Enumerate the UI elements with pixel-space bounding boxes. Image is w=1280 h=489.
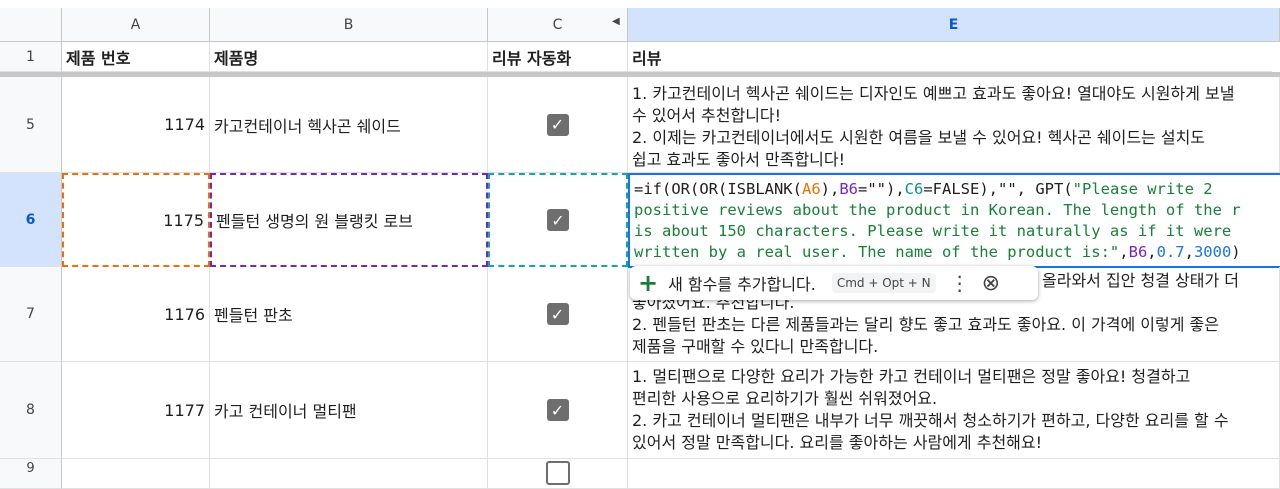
header-review[interactable]: 리뷰 (628, 42, 1280, 72)
cell-c7[interactable]: ✓ (488, 267, 628, 362)
cell-a7[interactable]: 1176 (62, 267, 210, 362)
column-header-b[interactable]: B (210, 8, 488, 42)
cell-b7[interactable]: 펜들턴 판초 (210, 267, 488, 362)
cell-a9[interactable] (62, 459, 210, 489)
cell-e8[interactable]: 1. 멀티팬으로 다양한 요리가 가능한 카고 컨테이너 멀티팬은 정말 좋아요… (628, 362, 1280, 459)
cell-c5[interactable]: ✓ (488, 77, 628, 173)
cell-a5[interactable]: 1174 (62, 77, 210, 173)
cell-b8[interactable]: 카고 컨테이너 멀티팬 (210, 362, 488, 459)
formula-line-4: written by a real user. The name of the … (634, 243, 1241, 261)
formula-line-2: positive reviews about the product in Ko… (634, 201, 1241, 219)
review-checkbox-checked[interactable]: ✓ (546, 303, 569, 325)
close-icon[interactable]: ⊗ (982, 271, 1000, 296)
review-checkbox-checked[interactable]: ✓ (546, 399, 569, 421)
cell-e5[interactable]: 1. 카고컨테이너 헥사곤 쉐이드는 디자인도 예쁘고 효과도 좋아요! 열대야… (628, 77, 1280, 173)
review-line: 1. 멀티팬으로 다양한 요리가 가능한 카고 컨테이너 멀티팬은 정말 좋아요… (632, 367, 1191, 386)
cell-b9[interactable] (210, 459, 488, 489)
formula-cell-editor[interactable]: =if(OR(OR(ISBLANK(A6),B6=""),C6=FALSE),"… (628, 173, 1280, 268)
cell-a8[interactable]: 1177 (62, 362, 210, 459)
plus-icon: + (638, 269, 659, 297)
review-line: 있어서 정말 만족합니다. 요리를 좋아하는 사람에게 추천해요! (632, 433, 1043, 452)
header-product-name[interactable]: 제품명 (210, 42, 488, 72)
review-line: 2. 이제는 카고컨테이너에서도 시원한 여름을 보낼 수 있어요! 헥사곤 쉐… (632, 128, 1206, 147)
row-header-1[interactable]: 1 (0, 42, 62, 72)
review-checkbox-checked[interactable]: ✓ (547, 209, 569, 231)
column-header-c[interactable]: C (488, 8, 628, 42)
review-line: 수 있어서 추천합니다! (632, 106, 782, 125)
column-header-a[interactable]: A (62, 8, 210, 42)
header-product-no[interactable]: 제품 번호 (62, 42, 210, 72)
review-line: 1. 카고컨테이너 헥사곤 쉐이드는 디자인도 예쁘고 효과도 좋아요! 열대야… (632, 84, 1235, 103)
header-auto-review[interactable]: 리뷰 자동화 (488, 42, 628, 72)
column-header-c-label: C (552, 16, 563, 33)
row-header-9[interactable]: 9 (0, 459, 62, 489)
row-header-8[interactable]: 8 (0, 362, 62, 459)
review-checkbox-checked[interactable]: ✓ (546, 113, 569, 136)
cell-c9[interactable] (488, 459, 628, 489)
formula-line-1: =if(OR(OR(ISBLANK(A6),B6=""),C6=FALSE),"… (634, 180, 1213, 198)
shortcut-hint: Cmd + Opt + N (831, 273, 936, 293)
add-function-suggestion[interactable]: + 새 함수를 추가합니다. Cmd + Opt + N ⋮ ⊗ (630, 266, 1038, 300)
cell-b5[interactable]: 카고컨테이너 헥사곤 쉐이드 (210, 77, 488, 173)
cell-a6[interactable]: 1175 (62, 173, 210, 267)
review-checkbox-unchecked[interactable] (545, 461, 570, 485)
review-line: 제품을 구매할 수 있다니 만족합니다. (632, 337, 879, 356)
formula-line-3: is about 150 characters. Please write it… (634, 222, 1232, 240)
cell-c6[interactable]: ✓ (488, 173, 628, 267)
next-column-edge (1272, 42, 1280, 72)
review-line: 2. 펜들턴 판초는 다른 제품들과는 달리 향도 좋고 효과도 좋아요. 이 … (632, 315, 1219, 334)
review-line: 쉽고 효과도 좋아서 만족합니다! (632, 150, 846, 169)
row-header-5[interactable]: 5 (0, 77, 62, 173)
more-options-icon[interactable]: ⋮ (950, 271, 970, 295)
column-header-e[interactable]: E (628, 8, 1280, 42)
row-header-6[interactable]: 6 (0, 173, 62, 267)
row-header-7[interactable]: 7 (0, 267, 62, 362)
hidden-columns-left-arrow-icon[interactable]: ◀ (612, 16, 624, 32)
add-function-label[interactable]: 새 함수를 추가합니다. (668, 271, 816, 295)
cell-e9[interactable] (628, 459, 1280, 489)
review-line: 2. 카고 컨테이너 멀티팬은 내부가 너무 깨끗해서 청소하기가 편하고, 다… (632, 411, 1229, 430)
cell-c8[interactable]: ✓ (488, 362, 628, 459)
corner-select-all[interactable] (0, 8, 62, 42)
cell-b6[interactable]: 펜들턴 생명의 원 블랭킷 로브 (210, 173, 488, 267)
review-line: 편리한 사용으로 요리하기가 훨씬 쉬워졌어요. (632, 389, 938, 408)
